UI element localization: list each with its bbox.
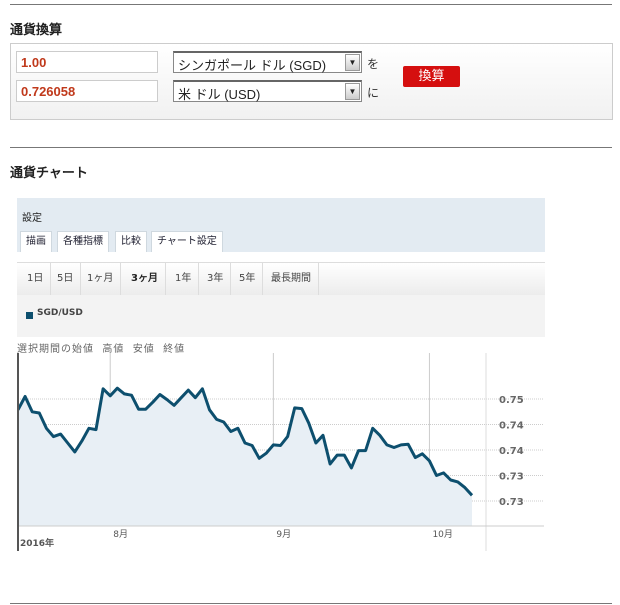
chart-toolbar: 設定 描画 各種指標 比較 チャート設定 [17,198,545,252]
y-tick-label: 0.74 [499,446,524,457]
range-button[interactable]: 1ヶ月 [80,263,122,295]
from-currency-value: シンガポール ドル (SGD) [178,58,327,73]
tab-compare[interactable]: 比較 [115,231,147,252]
range-button[interactable]: 3年 [200,263,232,295]
range-button[interactable]: 5日 [50,263,82,295]
from-particle: を [367,57,380,71]
x-tick-label: 8月 [113,529,128,540]
y-tick-label: 0.74 [499,421,524,432]
range-button[interactable]: 5年 [232,263,264,295]
legend-label: SGD/USD [37,308,83,318]
range-button[interactable]: 1日 [20,263,52,295]
chart-section-title: 通貨チャート [10,166,88,181]
amount-input[interactable] [16,51,158,73]
tab-indicators[interactable]: 各種指標 [57,231,109,252]
to-currency-value: 米 ドル (USD) [178,87,261,102]
chart-widget: 設定 描画 各種指標 比較 チャート設定 1日 5日 1ヶ月 3ヶ月 1年 3年 5年 最長期… [17,198,545,581]
from-currency-select[interactable]: シンガポール ドル (SGD) ▼ [173,51,362,73]
x-tick-label: 10月 [432,529,452,540]
y-tick-label: 0.75 [499,395,524,406]
legend-swatch [26,312,33,319]
range-button[interactable]: 最長期間 [264,263,319,295]
divider [10,4,612,5]
divider [10,147,612,148]
range-selector: 1日 5日 1ヶ月 3ヶ月 1年 3年 5年 最長期間 [17,262,545,295]
tab-chart-settings[interactable]: チャート設定 [151,231,223,252]
y-tick-label: 0.73 [499,497,524,508]
convert-button[interactable]: 換算 [403,66,460,87]
tab-draw[interactable]: 描画 [20,231,52,252]
range-button[interactable]: 3ヶ月 [124,263,166,295]
price-chart: 0.75 0.74 0.74 0.73 0.73 8月 9月 10月 2016年 [17,353,545,551]
y-tick-label: 0.73 [499,472,524,483]
settings-label: 設定 [22,213,42,224]
range-button[interactable]: 1年 [168,263,200,295]
divider [10,603,612,604]
year-label: 2016年 [20,537,54,549]
to-particle: に [367,86,380,100]
legend: SGD/USD [17,295,545,337]
x-tick-label: 9月 [276,529,291,540]
chevron-down-icon[interactable]: ▼ [345,54,360,71]
converter-title: 通貨換算 [10,23,63,38]
chevron-down-icon[interactable]: ▼ [345,83,360,100]
result-input[interactable] [16,80,158,102]
to-currency-select[interactable]: 米 ドル (USD) ▼ [173,80,362,102]
